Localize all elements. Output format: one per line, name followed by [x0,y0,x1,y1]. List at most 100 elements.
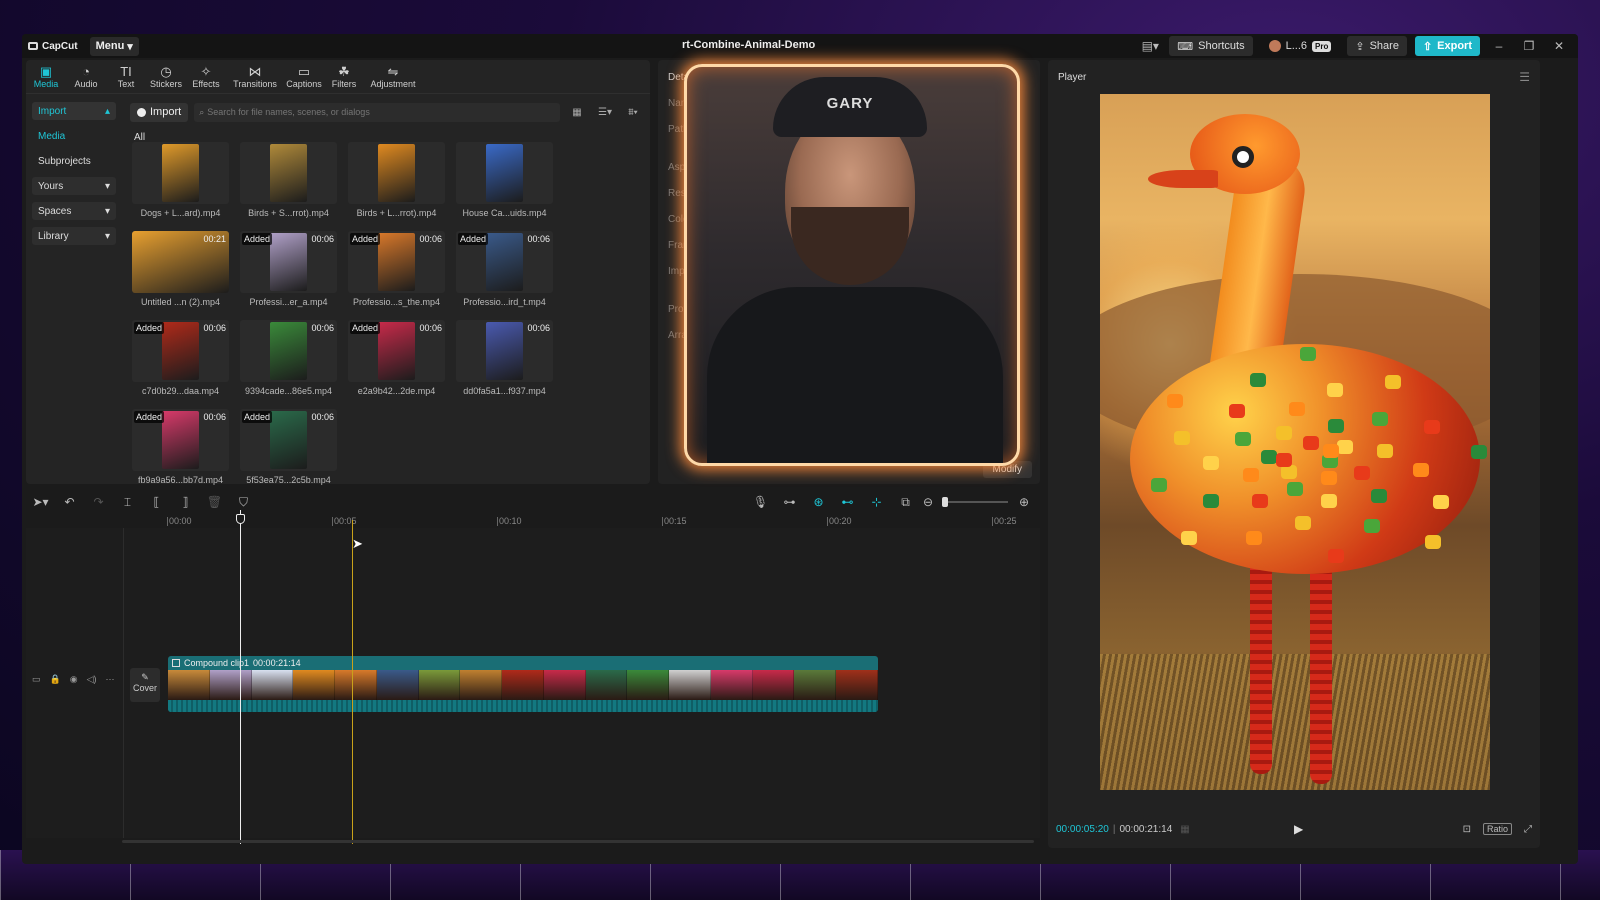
track-thumbnail-icon[interactable]: ▭ [32,674,41,685]
split-right-icon[interactable]: ⟧ [171,495,200,509]
media-item[interactable]: Added 00:06 c7d0b29...daa.mp4 [132,320,229,409]
project-title[interactable]: rt-Combine-Animal-Demo [682,39,815,51]
layout-icon[interactable]: ▤▾ [1139,39,1161,53]
maximize-icon[interactable]: ❐ [1518,39,1540,53]
split-icon[interactable]: ⌶ [113,495,142,510]
media-item[interactable]: Added 00:06 fb9a9a56...bb7d.mp4 [132,409,229,498]
media-thumbnail[interactable] [348,142,445,204]
eye-icon[interactable]: ◉ [70,674,78,685]
close-icon[interactable]: ✕ [1548,39,1570,53]
sidebar-item-library[interactable]: Library ▾ [32,227,116,245]
sidebar-item-spaces[interactable]: Spaces ▾ [32,202,116,220]
media-thumbnail[interactable]: Added 00:06 [132,320,229,382]
fit-icon[interactable]: ⧉ [891,495,920,510]
tab-effects[interactable]: ✧ Effects [186,60,226,93]
tab-adjustment[interactable]: ⇋ Adjustment [364,60,422,93]
media-item[interactable]: Added 00:06 5f53ea75...2c5b.mp4 [240,409,337,498]
media-thumbnail[interactable]: Added 00:06 [132,409,229,471]
ratio-button[interactable]: Ratio [1482,823,1512,835]
account-button[interactable]: L...6 Pro [1261,36,1340,56]
media-item[interactable]: 00:06 dd0fa5a1...f937.mp4 [456,320,553,409]
zoom-slider[interactable] [942,497,1008,507]
fullscreen-icon[interactable]: ⤢ [1524,824,1532,835]
media-thumbnail[interactable] [456,142,553,204]
tab-filters[interactable]: ☘ Filters [324,60,364,93]
account-name: L...6 [1285,40,1308,52]
media-item[interactable]: Added 00:06 e2a9b42...2de.mp4 [348,320,445,409]
media-item[interactable]: Added 00:06 Professi...er_a.mp4 [240,231,337,320]
shortcuts-button[interactable]: ⌨ Shortcuts [1169,36,1253,56]
media-item[interactable]: House Ca...uids.mp4 [456,142,553,231]
media-item[interactable]: Birds + S...rrot).mp4 [240,142,337,231]
marker-icon[interactable]: ⛉ [229,495,258,510]
export-button[interactable]: ⇧ Export [1414,36,1480,56]
title-bar: CapCut Menu ▾ rt-Combine-Animal-Demo ▤▾ … [22,34,1578,58]
cover-button[interactable]: ✎ Cover [130,668,160,702]
media-item[interactable]: 00:06 9394cade...86e5.mp4 [240,320,337,409]
delete-icon[interactable]: 🗑 [200,495,229,509]
search-input[interactable] [207,107,555,117]
more-icon[interactable]: ⋯ [106,674,115,685]
media-thumbnail[interactable]: Added 00:06 [240,231,337,293]
minimize-icon[interactable]: – [1488,39,1510,53]
tab-captions[interactable]: ▭ Captions [284,60,324,93]
timeline-scrollbar[interactable] [122,840,1034,843]
media-thumbnail[interactable]: Added 00:06 [240,409,337,471]
grid-view-icon[interactable]: ▦ [566,107,588,118]
timecode-grid-icon[interactable]: ▦ [1180,824,1189,835]
media-thumbnail[interactable]: Added 00:06 [348,231,445,293]
media-preview-image [270,144,307,202]
lock-icon[interactable]: 🔒 [50,674,61,685]
undo-icon[interactable]: ↶ [55,495,84,509]
media-thumbnail[interactable]: 00:21 [132,231,229,293]
tab-transitions[interactable]: ⋈ Transitions [226,60,284,93]
timeline-ruler[interactable]: 00:00 00:05 00:10 00:15 00:20 00:25 [26,514,1040,528]
preview-axis-icon[interactable]: ⊹ [862,495,891,509]
media-thumbnail[interactable]: 00:06 [240,320,337,382]
sidebar-item-yours[interactable]: Yours ▾ [32,177,116,195]
media-item[interactable]: Dogs + L...ard).mp4 [132,142,229,231]
timeline-toolbar: ➤▾ ↶ ↷ ⌶ ⟦ ⟧ 🗑 ⛉ 🎙 ⊶ ⊛ ⊷ ⊹ ⧉ ⊖ ⊕ [26,490,1040,514]
sidebar-item-subprojects[interactable]: Subprojects [32,152,116,170]
media-filename: Birds + L...rrot).mp4 [356,208,437,218]
compound-clip[interactable]: Compound clip1 00:00:21:14 [168,656,878,712]
media-thumbnail[interactable]: 00:06 [456,320,553,382]
share-button[interactable]: ⇪ Share [1347,36,1407,56]
split-left-icon[interactable]: ⟦ [142,495,171,509]
ruler-label: 00:05 [334,516,357,526]
tab-stickers[interactable]: ◷ Stickers [146,60,186,93]
auto-snap-icon[interactable]: ⊷ [833,495,862,509]
media-item[interactable]: Added 00:06 Professio...ird_t.mp4 [456,231,553,320]
import-button[interactable]: Import [130,102,189,122]
media-thumbnail[interactable]: Added 00:06 [456,231,553,293]
media-item[interactable]: Birds + L...rrot).mp4 [348,142,445,231]
tab-audio[interactable]: ◔ Audio [66,60,106,93]
sort-icon[interactable]: ☰▾ [594,107,616,118]
link-icon[interactable]: ⊶ [775,495,804,509]
media-thumbnail[interactable] [240,142,337,204]
media-thumbnail[interactable]: Added 00:06 [348,320,445,382]
playhead[interactable] [240,510,241,844]
select-tool-icon[interactable]: ➤▾ [26,495,55,509]
play-icon[interactable]: ▶ [1294,822,1303,836]
player-preview[interactable] [1100,94,1490,790]
playhead-handle[interactable] [236,514,245,524]
filter-icon[interactable]: ⩩▾ [622,107,644,118]
zoom-out-icon[interactable]: ⊖ [920,495,936,509]
menu-button[interactable]: Menu ▾ [89,36,139,56]
media-item[interactable]: 00:21 Untitled ...n (2).mp4 [132,231,229,320]
redo-icon[interactable]: ↷ [84,495,113,509]
speaker-icon[interactable]: ◁) [87,674,97,685]
tab-text[interactable]: TI Text [106,60,146,93]
tab-media[interactable]: ▣ Media [26,60,66,93]
menu-icon[interactable]: ☰ [1519,70,1530,84]
sidebar-item-import[interactable]: Import ▴ [32,102,116,120]
zoom-handle[interactable] [942,497,948,507]
media-thumbnail[interactable] [132,142,229,204]
magnet-icon[interactable]: ⊛ [804,495,833,509]
microphone-icon[interactable]: 🎙 [746,495,775,509]
media-item[interactable]: Added 00:06 Professio...s_the.mp4 [348,231,445,320]
screenshot-icon[interactable]: ⊡ [1463,824,1471,835]
sidebar-item-media[interactable]: Media [32,127,116,145]
zoom-in-icon[interactable]: ⊕ [1014,495,1034,509]
